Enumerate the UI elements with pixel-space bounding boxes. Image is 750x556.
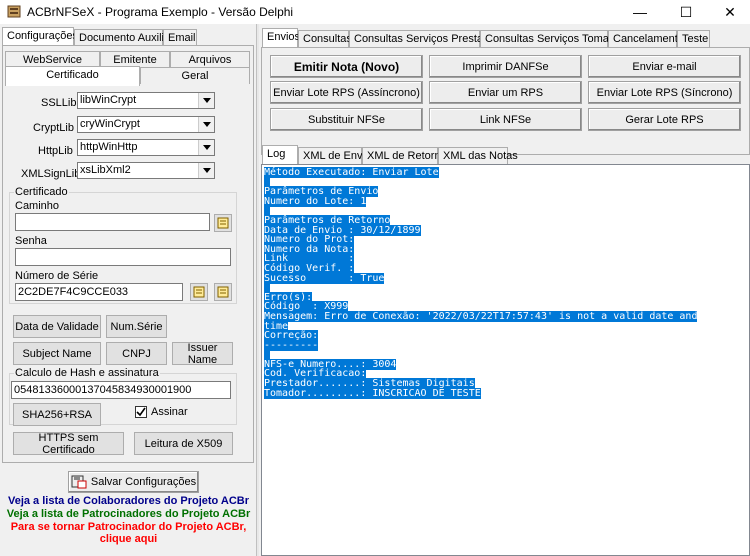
- gerar-lote-rps-button[interactable]: Gerar Lote RPS: [588, 108, 741, 131]
- right-panel: Envios Consultas Consultas Serviços Pres…: [260, 24, 750, 556]
- hash-group-title: Calculo de Hash e assinatura: [14, 367, 160, 379]
- imprimir-danfse-button[interactable]: Imprimir DANFSe: [429, 55, 582, 78]
- minimize-icon: —: [633, 4, 647, 20]
- tab-consultas-servicos-prestados[interactable]: Consultas Serviços Prestados: [349, 30, 501, 47]
- ssllib-label: SSLLib: [41, 97, 77, 109]
- tab-xml-notas[interactable]: XML das Notas: [438, 147, 518, 164]
- ssllib-select[interactable]: libWinCrypt: [77, 92, 215, 109]
- substituir-nfse-button[interactable]: Substituir NFSe: [270, 108, 423, 131]
- browse-certificate-button[interactable]: [214, 214, 232, 232]
- title-bar: ACBrNFSeX - Programa Exemplo - Versão De…: [0, 0, 750, 24]
- tab-geral[interactable]: Geral: [140, 67, 250, 84]
- tab-arquivos[interactable]: Arquivos: [170, 51, 250, 68]
- serie-label: Número de Série: [15, 270, 99, 282]
- tab-envios[interactable]: Envios: [262, 28, 300, 48]
- enviar-um-rps-button[interactable]: Enviar um RPS: [429, 81, 582, 104]
- cryptlib-value: cryWinCrypt: [80, 118, 140, 130]
- check-icon: [136, 407, 146, 417]
- assinar-checkbox[interactable]: [135, 406, 147, 418]
- httplib-label: HttpLib: [38, 145, 73, 157]
- httplib-select[interactable]: httpWinHttp: [77, 139, 215, 156]
- data-validade-button[interactable]: Data de Validade: [13, 315, 101, 338]
- save-settings-icon: [71, 475, 87, 489]
- cryptlib-label: CryptLib: [33, 122, 74, 134]
- issuer-name-button[interactable]: Issuer Name: [172, 342, 233, 366]
- log-line: Numero do Lote: 1: [264, 195, 367, 207]
- xmlsignlib-label: XMLSignLib: [21, 168, 81, 180]
- select-serie-button[interactable]: [190, 283, 208, 301]
- sha256-rsa-button[interactable]: SHA256+RSA: [13, 403, 101, 426]
- log-textarea[interactable]: Método Executado: Enviar Lote Parâmetros…: [261, 164, 750, 556]
- tab-xml-retorno[interactable]: XML de Retorno: [362, 147, 447, 164]
- emitir-nota-button[interactable]: Emitir Nota (Novo): [270, 55, 423, 78]
- log-line: Sucesso : True: [264, 272, 385, 284]
- enviar-lote-sincrono-button[interactable]: Enviar Lote RPS (Síncrono): [588, 81, 741, 104]
- cnpj-button[interactable]: CNPJ: [106, 342, 167, 365]
- close-button[interactable]: ✕: [708, 0, 750, 24]
- tornar-patrocinador-link-line1[interactable]: Para se tornar Patrocinador do Projeto A…: [0, 521, 257, 533]
- log-line: Tomador.........: INSCRICAO DE TESTE: [264, 387, 481, 399]
- tab-documento-auxiliar[interactable]: Documento Auxiliar: [74, 29, 174, 46]
- serie-input[interactable]: 2C2DE7F4C9CCE033: [15, 283, 183, 301]
- app-icon: [7, 4, 21, 18]
- maximize-button[interactable]: ☐: [664, 0, 708, 24]
- minimize-button[interactable]: —: [618, 0, 662, 24]
- log-line: ---------: [264, 339, 319, 351]
- tab-cancelamento[interactable]: Cancelamento: [608, 30, 684, 47]
- xmlsignlib-select[interactable]: xsLibXml2: [77, 162, 215, 179]
- log-line: Mensagem: Erro de Conexão: '2022/03/22T1…: [264, 310, 698, 322]
- chevron-down-icon: [198, 93, 214, 108]
- httplib-value: httpWinHttp: [80, 141, 138, 153]
- certificado-group-title: Certificado: [14, 186, 69, 198]
- tornar-patrocinador-link-line2[interactable]: clique aqui: [0, 533, 257, 545]
- enviar-email-button[interactable]: Enviar e-mail: [588, 55, 741, 78]
- open-file-icon: [217, 217, 229, 229]
- open-file-icon: [217, 286, 229, 298]
- senha-input[interactable]: [15, 248, 231, 266]
- left-panel: Configurações Documento Auxiliar Email W…: [0, 24, 257, 556]
- tab-xml-envio[interactable]: XML de Envio: [298, 147, 371, 164]
- ssllib-value: libWinCrypt: [80, 94, 137, 106]
- salvar-label: Salvar Configurações: [90, 476, 197, 488]
- tab-configuracoes[interactable]: Configurações: [2, 27, 78, 47]
- patrocinadores-link[interactable]: Veja a lista de Patrocinadores do Projet…: [0, 508, 257, 520]
- link-nfse-button[interactable]: Link NFSe: [429, 108, 582, 131]
- log-lines: Método Executado: Enviar Lote Parâmetros…: [264, 167, 747, 399]
- close-icon: ✕: [724, 4, 736, 20]
- tab-consultas[interactable]: Consultas: [298, 30, 352, 47]
- log-line: Método Executado: Enviar Lote: [264, 167, 439, 178]
- enviar-lote-assincrono-button[interactable]: Enviar Lote RPS (Assíncrono): [270, 81, 423, 104]
- caminho-label: Caminho: [15, 200, 60, 212]
- select-serie-list-button[interactable]: [214, 283, 232, 301]
- num-serie-button[interactable]: Num.Série: [106, 315, 167, 338]
- chevron-down-icon: [198, 163, 214, 178]
- https-sem-certificado-button[interactable]: HTTPS sem Certificado: [13, 432, 124, 456]
- chevron-down-icon: [198, 117, 214, 132]
- salvar-configuracoes-button[interactable]: Salvar Configurações: [68, 471, 199, 493]
- tab-certificado[interactable]: Certificado: [5, 66, 140, 86]
- splitter[interactable]: [256, 24, 259, 556]
- open-file-icon: [193, 286, 205, 298]
- leitura-x509-button[interactable]: Leitura de X509: [134, 432, 233, 455]
- cryptlib-select[interactable]: cryWinCrypt: [77, 116, 215, 133]
- tab-email[interactable]: Email: [163, 29, 197, 46]
- tab-consultas-servicos-tomados[interactable]: Consultas Serviços Tomados: [480, 30, 627, 47]
- hash-input[interactable]: 05481336000137045834930001900: [11, 381, 231, 399]
- xmlsignlib-value: xsLibXml2: [80, 164, 131, 176]
- chevron-down-icon: [198, 140, 214, 155]
- colaboradores-link[interactable]: Veja a lista de Colaboradores do Projeto…: [0, 495, 257, 507]
- maximize-icon: ☐: [679, 4, 693, 20]
- senha-label: Senha: [15, 235, 47, 247]
- caminho-input[interactable]: [15, 213, 210, 231]
- tab-log[interactable]: Log: [262, 145, 298, 165]
- subject-name-button[interactable]: Subject Name: [13, 342, 101, 365]
- tab-teste[interactable]: Teste: [677, 30, 710, 47]
- window-title: ACBrNFSeX - Programa Exemplo - Versão De…: [27, 5, 294, 19]
- assinar-label: Assinar: [151, 406, 188, 418]
